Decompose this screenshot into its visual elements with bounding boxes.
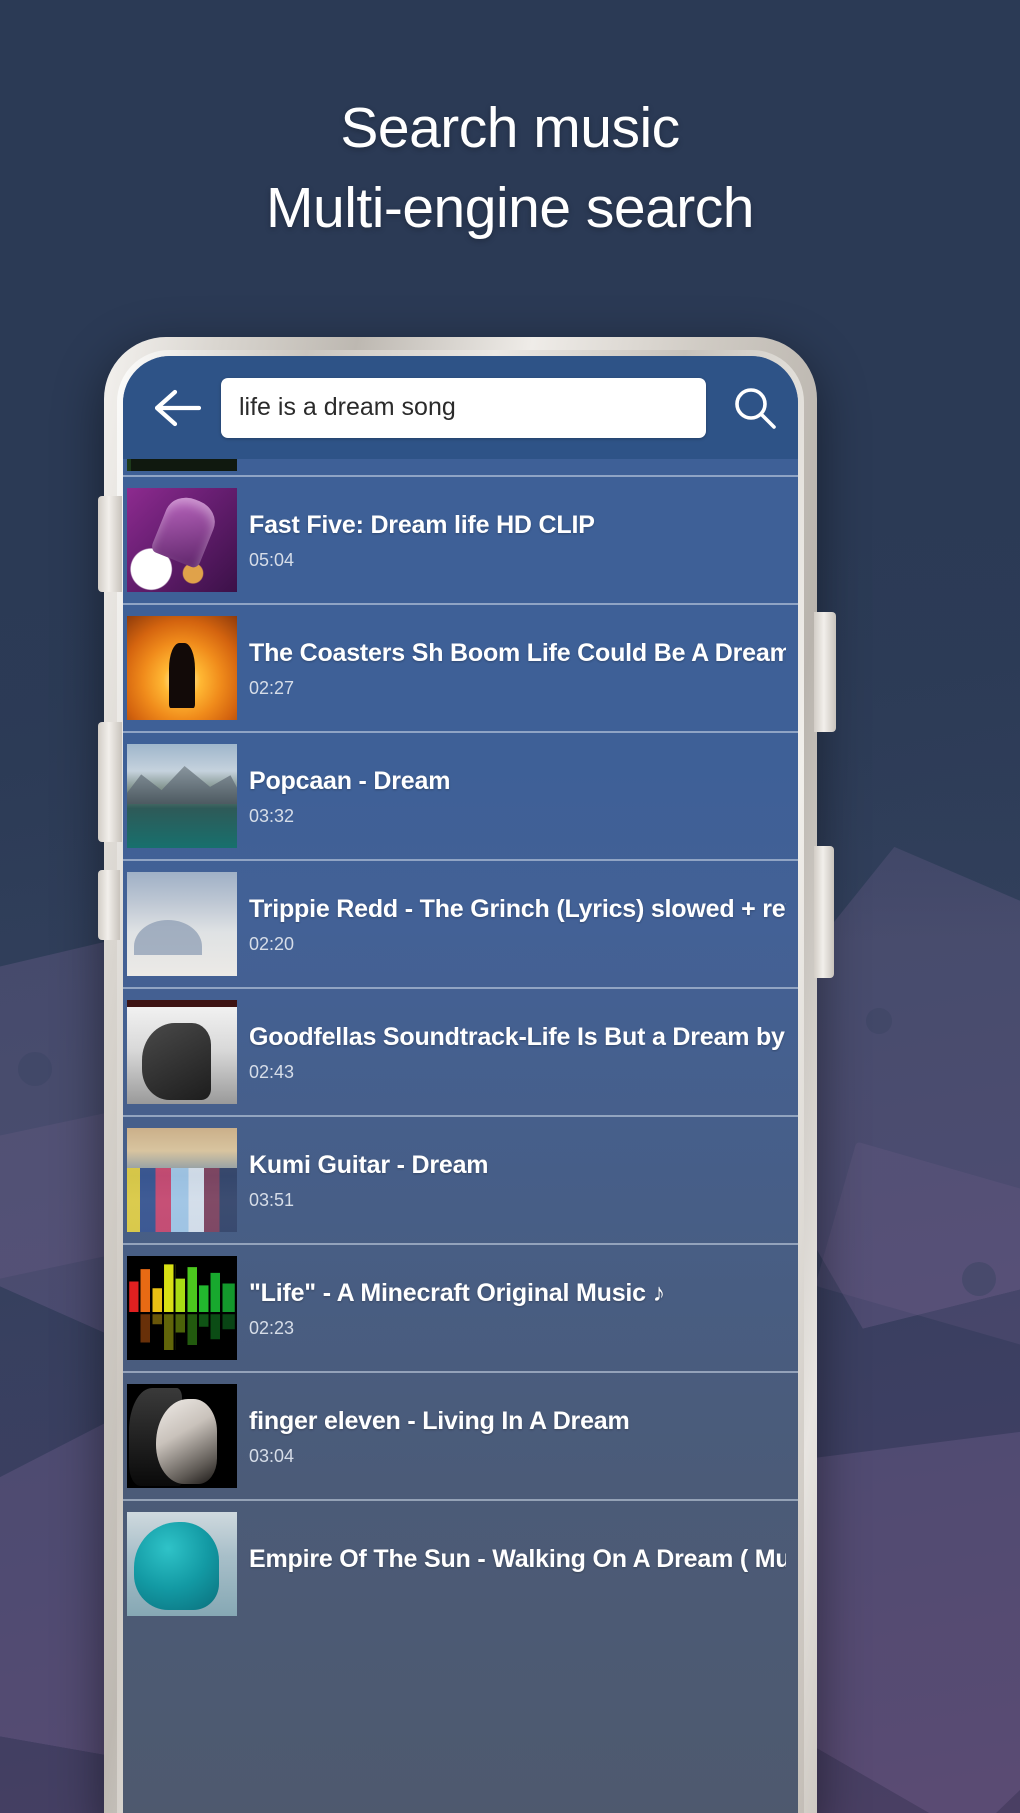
result-row[interactable]: Kumi Guitar - Dream 03:51 [123,1115,798,1243]
search-button[interactable] [712,372,798,444]
result-title: finger eleven - Living In A Dream [249,1407,630,1435]
result-row[interactable]: Fast Five: Dream life HD CLIP 05:04 [123,475,798,603]
result-thumbnail [127,488,237,592]
snow-dune-artwork [127,872,237,976]
phone-side-button[interactable] [814,846,834,978]
mountain-lake-artwork [127,744,237,848]
result-duration: 02:23 [249,1318,295,1338]
result-duration: 05:04 [249,550,295,570]
teal-hair-artwork [127,1512,237,1616]
result-row[interactable]: Popcaan - Dream 03:32 [123,731,798,859]
search-icon [735,387,776,429]
result-thumbnail [127,1512,237,1616]
phone-screen: life is a dream song Fast Five: Dream li… [123,356,798,1813]
result-meta: finger eleven - Living In A Dream 03:04 [249,1406,790,1466]
result-thumbnail [127,872,237,976]
result-duration: 02:43 [249,1062,295,1082]
phone-device-frame: life is a dream song Fast Five: Dream li… [104,337,817,1813]
microphone-artwork [127,488,237,592]
result-row[interactable]: Goodfellas Soundtrack-Life Is But a Drea… [123,987,798,1115]
result-meta: Trippie Redd - The Grinch (Lyrics) slowe… [249,894,790,954]
phone-volume-up-button[interactable] [98,496,122,592]
result-title: Empire Of The Sun - Walking On A Dream (… [249,1545,786,1573]
result-thumbnail [127,744,237,848]
result-title: Fast Five: Dream life HD CLIP [249,511,595,539]
result-row[interactable]: Trippie Redd - The Grinch (Lyrics) slowe… [123,859,798,987]
result-title: "Life" - A Minecraft Original Music ♪ [249,1279,665,1307]
phone-power-button[interactable] [814,612,836,732]
result-row[interactable]: Empire Of The Sun - Walking On A Dream (… [123,1499,798,1627]
sunset-silhouette-artwork [127,616,237,720]
search-results-list[interactable]: Fast Five: Dream life HD CLIP 05:04 The … [123,459,798,1813]
app-bar: life is a dream song [123,356,798,459]
headline-line-2: Multi-engine search [266,176,754,240]
result-thumbnail [127,1128,237,1232]
result-title: Popcaan - Dream [249,767,451,795]
result-thumbnail [127,1256,237,1360]
headline-line-1: Search music [340,96,680,160]
result-row[interactable]: finger eleven - Living In A Dream 03:04 [123,1371,798,1499]
result-meta: Kumi Guitar - Dream 03:51 [249,1150,790,1210]
result-row[interactable]: The Coasters Sh Boom Life Could Be A Dre… [123,603,798,731]
page-title: Search music Multi-engine search [0,88,1020,248]
result-meta: Empire Of The Sun - Walking On A Dream (… [249,1544,790,1584]
search-input[interactable]: life is a dream song [221,377,706,438]
woman-profile-artwork [127,1384,237,1488]
result-meta: Fast Five: Dream life HD CLIP 05:04 [249,510,790,570]
phone-assistant-button[interactable] [98,870,120,940]
result-meta: Goodfellas Soundtrack-Life Is But a Drea… [249,1022,790,1082]
search-input-value: life is a dream song [239,393,456,421]
result-thumbnail [127,1000,237,1104]
result-thumbnail [127,616,237,720]
result-title: Kumi Guitar - Dream [249,1151,489,1179]
black-white-man-artwork [127,1000,237,1104]
result-title: Trippie Redd - The Grinch (Lyrics) slowe… [249,895,786,923]
result-duration: 03:04 [249,1446,295,1466]
arrow-left-icon [155,389,201,426]
back-button[interactable] [147,377,209,439]
result-meta: "Life" - A Minecraft Original Music ♪ 02… [249,1278,790,1338]
equalizer-bars-artwork [127,1256,237,1360]
partial-result-row-above[interactable] [123,459,798,475]
phone-bezel: life is a dream song Fast Five: Dream li… [117,350,804,1813]
result-title: The Coasters Sh Boom Life Could Be A Dre… [249,639,786,667]
phone-volume-down-button[interactable] [98,722,122,842]
result-duration: 03:32 [249,806,295,826]
result-title: Goodfellas Soundtrack-Life Is But a Drea… [249,1023,786,1051]
result-meta: The Coasters Sh Boom Life Could Be A Dre… [249,638,790,698]
result-duration: 03:51 [249,1190,295,1210]
result-thumbnail [127,1384,237,1488]
result-duration: 02:20 [249,934,295,954]
result-meta: Popcaan - Dream 03:32 [249,766,790,826]
result-duration: 02:27 [249,678,295,698]
partial-thumbnail [127,459,237,471]
street-crowd-artwork [127,1128,237,1232]
result-row[interactable]: "Life" - A Minecraft Original Music ♪ 02… [123,1243,798,1371]
